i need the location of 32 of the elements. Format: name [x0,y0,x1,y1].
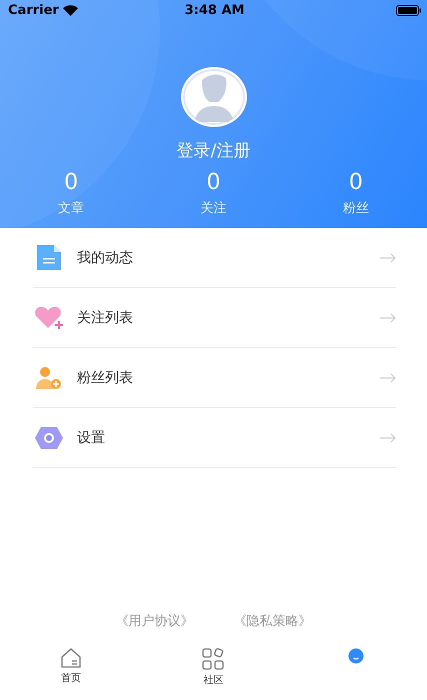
menu-label: 粉丝列表 [77,368,134,386]
grid-icon [202,648,224,670]
home-icon [60,648,82,668]
menu-item[interactable]: 设置 [33,408,396,468]
stat-count: 0 [64,170,78,195]
arrow-right-icon [380,432,396,442]
stat-count: 0 [206,170,220,195]
stat-label: 关注 [200,200,226,217]
tab[interactable]: 首页 [0,640,142,700]
stat-label: 文章 [58,200,84,217]
smiley-icon [348,648,364,664]
menu-label: 我的动态 [77,248,134,266]
arrow-right-icon [380,252,396,262]
arrow-right-icon [380,312,396,322]
battery-icon [396,4,422,16]
person-plus-icon [35,366,63,390]
stat-label: 粉丝 [342,200,369,217]
heart-plus-icon [33,306,65,330]
tab[interactable]: 社区 [142,640,285,700]
hexagon-icon [34,426,64,450]
person-silhouette-icon [194,72,234,122]
document-icon [35,244,63,270]
menu-label: 设置 [77,428,106,446]
menu-item[interactable]: 粉丝列表 [33,348,396,408]
carrier-label: Carrier [8,2,59,18]
stat-count: 0 [348,170,363,195]
menu-item[interactable]: 我的动态 [33,228,396,288]
menu-label: 关注列表 [77,308,134,326]
menu-item[interactable]: 关注列表 [33,288,396,348]
time-label: 3:48 AM [184,2,244,18]
arrow-right-icon [380,372,396,382]
wifi-icon [62,4,78,16]
